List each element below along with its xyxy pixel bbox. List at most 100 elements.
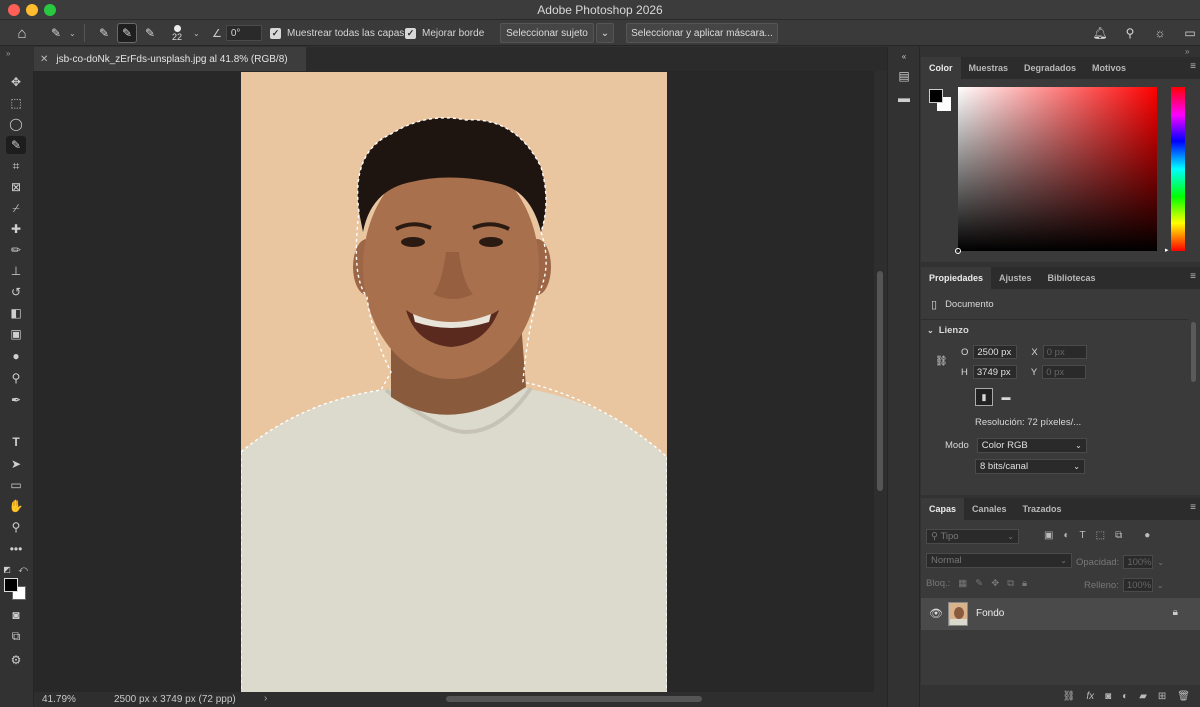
panel-menu-icon[interactable]: ≡	[1190, 502, 1196, 513]
blur-tool-icon[interactable]: ●	[6, 347, 26, 365]
bell-icon[interactable]: 🔔︎	[1090, 23, 1110, 43]
tab-color[interactable]: Color	[921, 57, 961, 79]
filter-shape-icon[interactable]: ⬚	[1096, 530, 1105, 541]
marquee-tool-icon[interactable]: ⬚	[6, 94, 26, 112]
add-to-selection-icon[interactable]: ✎	[117, 23, 137, 43]
gradient-tool-icon[interactable]: ▣	[6, 325, 26, 343]
tab-paths[interactable]: Trazados	[1015, 498, 1070, 520]
panel-menu-icon[interactable]: ≡	[1190, 271, 1196, 282]
frame-tool-icon[interactable]: ⊠	[6, 178, 26, 196]
edit-toolbar-icon[interactable]: ⚙	[6, 651, 26, 669]
opacity-input[interactable]: 100%	[1123, 555, 1154, 569]
hue-slider-handle[interactable]: ▸	[1165, 246, 1169, 254]
lasso-tool-icon[interactable]: ◯	[6, 115, 26, 133]
hue-slider[interactable]: ▸	[1165, 87, 1185, 254]
enhance-edge-checkbox[interactable]: ✓	[405, 27, 416, 39]
canvas-area[interactable]	[34, 71, 874, 692]
chevron-down-icon[interactable]: ⌄	[193, 29, 200, 38]
tab-channels[interactable]: Canales	[964, 498, 1015, 520]
swap-colors-icon[interactable]: ⤺	[18, 560, 28, 578]
link-layers-icon[interactable]: ⛓	[1063, 691, 1076, 702]
filter-pixel-icon[interactable]: ▣	[1044, 530, 1053, 541]
status-menu-icon[interactable]: ›	[264, 693, 267, 704]
eye-icon[interactable]: 👁︎	[929, 607, 943, 620]
expand-panels-icon[interactable]: «	[895, 47, 913, 65]
brush-tool-icon[interactable]: ✏	[6, 241, 26, 259]
adjustment-layer-icon[interactable]: ◐	[1122, 691, 1128, 702]
delete-layer-icon[interactable]: 🗑︎	[1177, 691, 1190, 702]
eraser-tool-icon[interactable]: ◧	[6, 304, 26, 322]
dodge-tool-icon[interactable]: ⚲	[6, 369, 26, 387]
x-input[interactable]: 0 px	[1042, 345, 1087, 359]
lock-artboard-icon[interactable]: ⧉	[1007, 578, 1014, 589]
blend-mode-select[interactable]: Normal ⌄	[926, 553, 1072, 568]
subtract-from-selection-icon[interactable]: ✎	[140, 23, 160, 43]
more-tools-icon[interactable]: •••	[6, 540, 26, 558]
new-selection-icon[interactable]: ✎	[94, 23, 114, 43]
canvas-vertical-scrollbar[interactable]	[874, 71, 887, 692]
quick-selection-tool-icon[interactable]: ✎	[6, 136, 26, 154]
lock-all-icon[interactable]: 🔒︎	[1022, 578, 1027, 589]
eyedropper-tool-icon[interactable]: ⌿	[6, 199, 26, 217]
zoom-level[interactable]: 41.79%	[42, 694, 76, 705]
lightbulb-icon[interactable]: ☼	[1150, 23, 1170, 43]
lock-transparent-icon[interactable]: ▦	[958, 578, 967, 589]
properties-scrollbar[interactable]	[1191, 322, 1196, 382]
hand-tool-icon[interactable]: ✋	[6, 497, 26, 515]
fill-input[interactable]: 100%	[1122, 578, 1153, 592]
document-tab[interactable]: ✕ jsb-co-doNk_zErFds-unsplash.jpg al 41.…	[34, 47, 306, 71]
layer-style-icon[interactable]: fx	[1086, 691, 1094, 702]
filter-smart-object-icon[interactable]: ⧉	[1115, 530, 1122, 541]
search-icon[interactable]: ⚲	[1120, 23, 1140, 43]
lock-image-icon[interactable]: ✎	[975, 578, 983, 589]
color-mode-select[interactable]: Color RGB ⌄	[976, 438, 1087, 453]
chevron-down-icon[interactable]: ⌄	[1157, 558, 1164, 567]
tab-properties[interactable]: Propiedades	[921, 267, 992, 289]
tab-swatches[interactable]: Muestras	[961, 57, 1017, 79]
add-mask-icon[interactable]: ◙	[1105, 691, 1111, 702]
quick-mask-icon[interactable]: ◙	[6, 606, 26, 624]
document-image[interactable]	[241, 72, 667, 692]
screen-mode-icon[interactable]: ⧉	[6, 627, 26, 645]
tab-gradients[interactable]: Degradados	[1016, 57, 1084, 79]
horizontal-scroll-thumb[interactable]	[446, 696, 702, 702]
filter-adjustment-icon[interactable]: ◐	[1063, 530, 1069, 541]
color-swatches[interactable]	[4, 578, 30, 604]
brush-preview-icon[interactable]	[173, 25, 181, 32]
width-input[interactable]: 2500 px	[973, 345, 1018, 359]
filter-type-icon[interactable]: T	[1080, 530, 1086, 541]
move-tool-icon[interactable]: ✥	[6, 73, 26, 91]
chevron-down-icon[interactable]: ⌄	[927, 326, 934, 335]
portrait-orientation-icon[interactable]: ▮	[975, 388, 993, 406]
panel-menu-icon[interactable]: ≡	[1190, 61, 1196, 72]
collapse-panels-icon[interactable]: »	[1185, 47, 1189, 56]
tab-layers[interactable]: Capas	[921, 498, 965, 520]
tab-libraries[interactable]: Bibliotecas	[1040, 267, 1104, 289]
home-icon[interactable]: ⌂	[12, 23, 32, 43]
type-tool-icon[interactable]: T	[6, 433, 26, 451]
angle-input[interactable]: 0°	[225, 25, 262, 41]
new-group-icon[interactable]: ▰	[1139, 691, 1147, 702]
rectangle-tool-icon[interactable]: ▭	[6, 476, 26, 494]
new-layer-icon[interactable]: ⊞	[1158, 691, 1166, 702]
clone-stamp-tool-icon[interactable]: ⊥	[6, 262, 26, 280]
quick-selection-preset-icon[interactable]: ✎	[46, 23, 66, 43]
link-dimensions-icon[interactable]: ⛓	[935, 356, 948, 367]
bit-depth-select[interactable]: 8 bits/canal ⌄	[975, 459, 1085, 474]
lock-position-icon[interactable]: ✥	[991, 578, 999, 589]
height-input[interactable]: 3749 px	[972, 365, 1017, 379]
pen-tool-icon[interactable]: ✒	[6, 391, 26, 409]
healing-brush-tool-icon[interactable]: ✚	[6, 220, 26, 238]
tab-patterns[interactable]: Motivos	[1084, 57, 1134, 79]
history-brush-tool-icon[interactable]: ↺	[6, 283, 26, 301]
chevron-down-icon[interactable]: ⌄	[69, 29, 76, 38]
default-colors-icon[interactable]: ◩	[2, 560, 12, 578]
landscape-orientation-icon[interactable]: ▬	[997, 388, 1015, 406]
comments-panel-icon[interactable]: ▬	[895, 89, 913, 107]
y-input[interactable]: 0 px	[1042, 365, 1087, 379]
scroll-thumb[interactable]	[877, 271, 883, 491]
collapse-toolbar-icon[interactable]: »	[0, 47, 34, 71]
color-field[interactable]	[955, 87, 1157, 254]
select-subject-button[interactable]: Seleccionar sujeto	[500, 23, 594, 43]
crop-tool-icon[interactable]: ⌗	[6, 157, 26, 175]
